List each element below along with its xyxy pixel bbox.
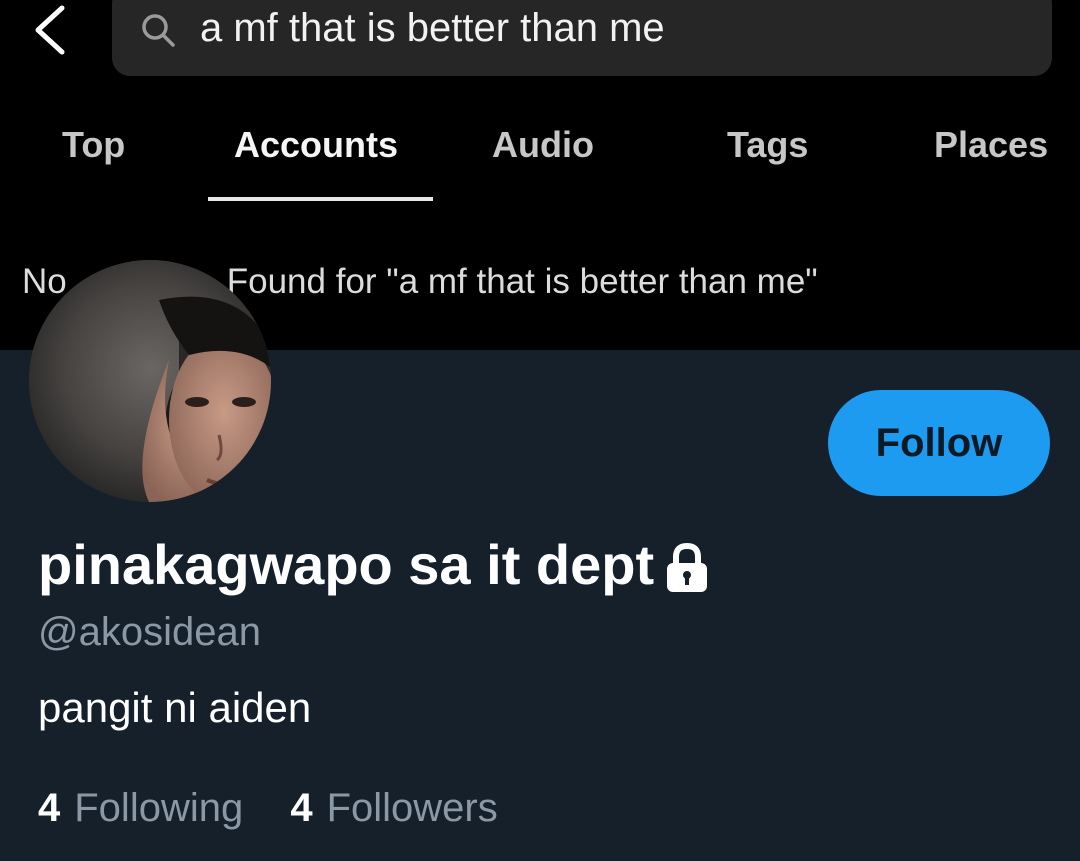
back-button[interactable] [28,4,72,56]
tab-audio[interactable]: Audio [492,124,594,166]
search-tabs: Top Accounts Audio Tags Places [0,104,1080,204]
profile-handle[interactable]: @akosidean [38,610,261,655]
following-stat[interactable]: 4 Following [38,786,243,831]
no-results-suffix: Found for "a mf that is better than me" [226,262,818,301]
follow-button[interactable]: Follow [828,390,1050,496]
search-icon [142,14,175,47]
followers-stat[interactable]: 4 Followers [290,786,497,831]
followers-count: 4 [290,786,313,830]
avatar[interactable] [29,260,271,502]
search-input[interactable]: a mf that is better than me [200,0,665,58]
no-results-prefix: No [22,262,67,301]
tab-places[interactable]: Places [934,124,1048,166]
profile-display-name: pinakagwapo sa it dept [38,532,710,597]
following-count: 4 [38,786,61,830]
display-name-text: pinakagwapo sa it dept [38,533,655,596]
profile-bio: pangit ni aiden [38,684,312,731]
avatar-photo [29,260,271,502]
active-tab-indicator [208,197,433,201]
tab-tags[interactable]: Tags [727,124,808,166]
tab-top[interactable]: Top [62,124,125,166]
following-label: Following [74,786,244,830]
lock-icon [667,542,708,592]
profile-stats: 4 Following 4 Followers [38,786,534,831]
tab-accounts[interactable]: Accounts [234,124,398,166]
search-bar[interactable]: a mf that is better than me [112,0,1052,76]
chevron-left-icon [35,5,65,55]
followers-label: Followers [326,786,498,830]
